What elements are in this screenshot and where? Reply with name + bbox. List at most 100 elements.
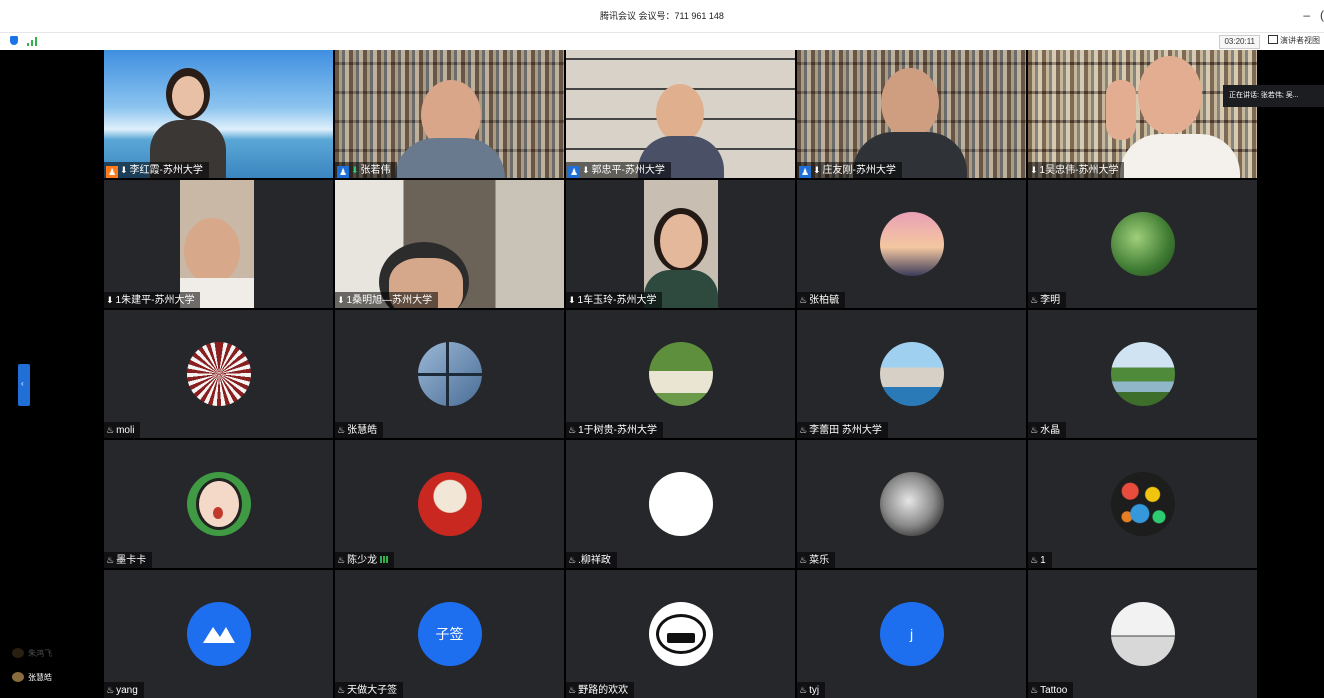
mini-participant-name: 张慧皓 xyxy=(28,673,52,682)
video-tile[interactable]: ♨ moli xyxy=(104,310,333,438)
video-tile[interactable]: ⬇ 1吴忠伟-苏州大学 xyxy=(1028,50,1257,178)
participant-name-bar: ♨ 1 xyxy=(1028,552,1052,568)
video-tile[interactable]: ♟ ⬇ 庄友刚-苏州大学 xyxy=(797,50,1026,178)
mic-icon: ♨ xyxy=(337,425,346,435)
minimize-button[interactable]: – xyxy=(1303,8,1310,22)
participant-name-bar: ♨ tyj xyxy=(797,682,826,698)
video-tile[interactable]: ♨ yang xyxy=(104,570,333,698)
participant-name: 1于树贵-苏州大学 xyxy=(578,425,657,436)
mic-icon: ⬇ xyxy=(351,165,359,175)
mic-icon: ♨ xyxy=(1030,295,1039,305)
participant-name-bar: ♨ yang xyxy=(104,682,144,698)
shield-icon[interactable] xyxy=(10,36,18,45)
avatar xyxy=(1110,342,1175,406)
participant-name-bar: ♨ 野路的欢欢 xyxy=(566,682,635,698)
avatar xyxy=(879,342,944,406)
video-tile[interactable]: ♨ .柳祥政 xyxy=(566,440,795,568)
participant-name: 李红霞-苏州大学 xyxy=(129,165,203,176)
participant-name-bar: ♨ .柳祥政 xyxy=(566,552,617,568)
logo-icon xyxy=(202,627,235,643)
video-tile[interactable]: 子签 ♨ 天做大子签 xyxy=(335,570,564,698)
participant-name: 李明 xyxy=(1040,295,1061,306)
mic-icon: ⬇ xyxy=(568,295,576,305)
video-tile[interactable]: ♨ 李明 xyxy=(1028,180,1257,308)
speaker-view-button[interactable]: 演讲者视图 xyxy=(1268,35,1320,47)
video-tile[interactable]: ⬇ 1桑明旭—苏州大学 xyxy=(335,180,564,308)
participant-name: 庄友刚-苏州大学 xyxy=(822,165,896,176)
mini-participant[interactable]: 朱鸿飞 xyxy=(12,648,52,659)
video-tile[interactable]: ♨ 1于树贵-苏州大学 xyxy=(566,310,795,438)
video-tile[interactable]: ⬇ 1车玉玲-苏州大学 xyxy=(566,180,795,308)
participant-name: 张柏毓 xyxy=(809,295,840,306)
participant-name: moli xyxy=(116,425,135,436)
participant-name-bar: ♨ 张慧皓 xyxy=(335,422,384,438)
mic-icon: ♨ xyxy=(568,555,577,565)
participant-name-bar: ⬇ 1车玉玲-苏州大学 xyxy=(566,292,663,308)
participant-name-bar: ♟ ⬇ 李红霞-苏州大学 xyxy=(104,162,209,178)
participant-name-bar: ♨ 陈少龙 xyxy=(335,552,395,568)
signal-icon xyxy=(380,556,389,563)
video-tile[interactable]: ⬇ 1朱建平-苏州大学 xyxy=(104,180,333,308)
participant-name-bar: ⬇ 1桑明旭—苏州大学 xyxy=(335,292,439,308)
participant-name: 天做大子签 xyxy=(347,685,398,696)
mic-icon: ⬇ xyxy=(813,165,821,175)
mic-icon: ♨ xyxy=(106,555,115,565)
participant-name: Tattoo xyxy=(1040,685,1068,696)
video-tile[interactable]: ♟ ⬇ 李红霞-苏州大学 xyxy=(104,50,333,178)
participant-name: .柳祥政 xyxy=(578,555,611,566)
video-tile[interactable]: j ♨ tyj xyxy=(797,570,1026,698)
avatar xyxy=(648,342,713,406)
avatar xyxy=(12,648,24,658)
video-feed xyxy=(335,50,564,178)
video-tile[interactable]: ♨ 墨卡卡 xyxy=(104,440,333,568)
mic-icon: ⬇ xyxy=(120,165,128,175)
video-tile[interactable]: ♨ 1 xyxy=(1028,440,1257,568)
participant-name: 1朱建平-苏州大学 xyxy=(115,295,195,306)
participant-name: 张若伟 xyxy=(360,165,391,176)
video-tile[interactable]: ♨ 李蕾田 苏州大学 xyxy=(797,310,1026,438)
signal-icon[interactable] xyxy=(27,36,41,46)
participant-name: 张慧皓 xyxy=(347,425,378,436)
participant-name: 1吴忠伟-苏州大学 xyxy=(1039,165,1119,176)
video-feed xyxy=(566,50,795,178)
participant-name: 1桑明旭—苏州大学 xyxy=(346,295,433,306)
video-tile[interactable]: ♟ ⬇ 张若伟 xyxy=(335,50,564,178)
avatar xyxy=(648,602,713,666)
video-tile[interactable]: ♨ 野路的欢欢 xyxy=(566,570,795,698)
participant-name-bar: ⬇ 1朱建平-苏州大学 xyxy=(104,292,201,308)
avatar xyxy=(186,602,251,666)
mini-participant[interactable]: 张慧皓 xyxy=(12,672,52,683)
avatar xyxy=(648,472,713,536)
mic-icon: ⬇ xyxy=(337,295,345,305)
mic-icon: ♨ xyxy=(337,555,346,565)
participant-name-bar: ♟ ⬇ 郭忠平-苏州大学 xyxy=(566,162,671,178)
mic-icon: ♨ xyxy=(799,425,808,435)
participant-name-bar: ♟ ⬇ 张若伟 xyxy=(335,162,397,178)
video-tile[interactable]: ♨ 张柏毓 xyxy=(797,180,1026,308)
participant-name: yang xyxy=(116,685,138,696)
video-tile[interactable]: ♨ 菜乐 xyxy=(797,440,1026,568)
participant-name-bar: ♨ 李蕾田 苏州大学 xyxy=(797,422,888,438)
mic-icon: ♨ xyxy=(799,295,808,305)
avatar xyxy=(12,672,24,682)
participant-name-bar: ♨ 菜乐 xyxy=(797,552,836,568)
video-feed xyxy=(335,180,564,308)
video-tile[interactable]: ♟ ⬇ 郭忠平-苏州大学 xyxy=(566,50,795,178)
side-panel-toggle[interactable]: ‹ xyxy=(18,364,30,406)
participant-name: 水晶 xyxy=(1040,425,1061,436)
participant-name: 菜乐 xyxy=(809,555,830,566)
speaker-view-label: 演讲者视图 xyxy=(1280,36,1320,45)
participant-name-bar: ♨ 李明 xyxy=(1028,292,1067,308)
mini-participant-name: 朱鸿飞 xyxy=(28,649,52,658)
avatar: j xyxy=(879,602,944,666)
video-tile[interactable]: ♨ 水晶 xyxy=(1028,310,1257,438)
video-tile[interactable]: ♨ 陈少龙 xyxy=(335,440,564,568)
participant-name-bar: ♨ 1于树贵-苏州大学 xyxy=(566,422,663,438)
title-bar: 腾讯会议 会议号：711 961 148 – ( xyxy=(0,0,1324,32)
window-control-partial[interactable]: ( xyxy=(1320,8,1324,22)
participant-name-bar: ⬇ 1吴忠伟-苏州大学 xyxy=(1028,162,1125,178)
video-tile[interactable]: ♨ 张慧皓 xyxy=(335,310,564,438)
avatar xyxy=(186,472,251,536)
avatar: 子签 xyxy=(417,602,482,666)
video-tile[interactable]: ♨ Tattoo xyxy=(1028,570,1257,698)
